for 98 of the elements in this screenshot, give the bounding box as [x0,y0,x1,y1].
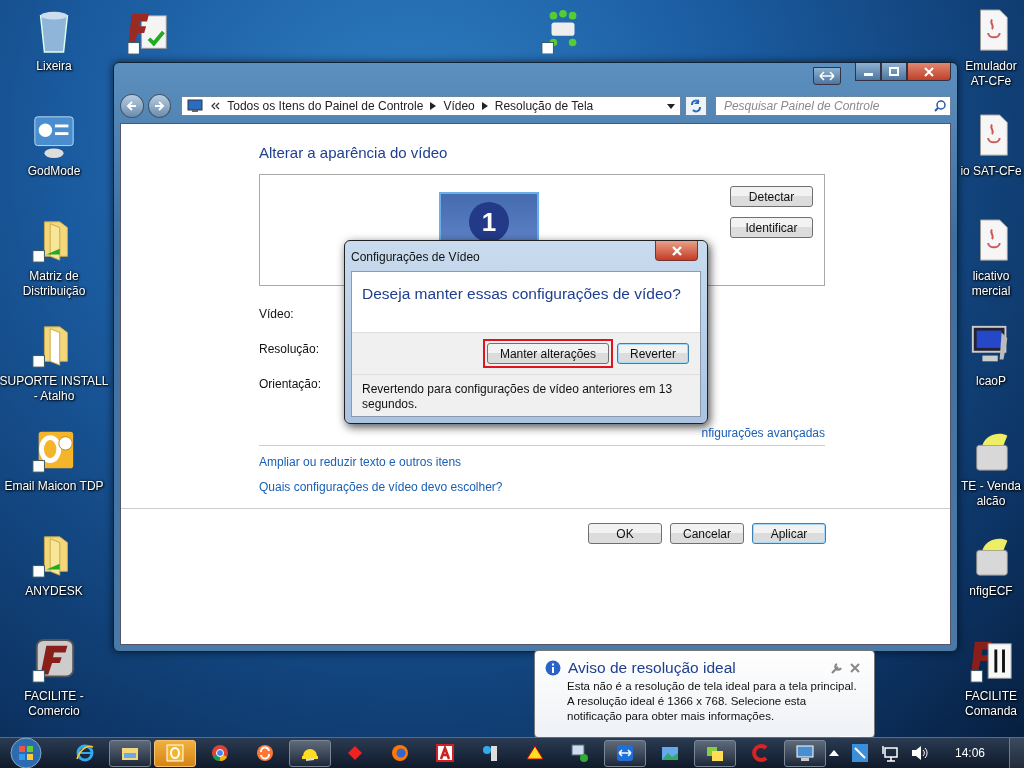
dialog-button[interactable]: Aplicar [752,523,826,544]
maximize-icon [889,66,899,77]
network-computer-icon [570,743,590,763]
sync-icon [255,743,275,763]
forward-button[interactable] [147,94,172,118]
taskbar-button[interactable] [109,739,151,767]
warning-app-icon [525,743,545,763]
show-desktop-button[interactable] [1009,738,1024,768]
chevron-right-icon [430,102,437,110]
icon-label: FACILITE [965,689,1017,704]
back-button[interactable] [120,94,144,118]
browser-e-icon [75,743,95,763]
icon-label: SUPORTE INSTALL [0,374,109,389]
countdown-message: Revertendo para configurações de vídeo anteriores em 13 segundos. [362,382,673,411]
info-icon [545,660,561,676]
dialog-question: Deseja manter essas configurações de vídeo? [362,285,681,302]
letter-a-icon [435,743,455,763]
close-button[interactable] [907,63,951,81]
breadcrumb-item[interactable]: Vídeo [443,99,475,113]
remote-arrows-icon [615,743,635,763]
icon-label: Distribuição [22,284,86,299]
icon-label: FACILITE - [24,689,84,704]
close-icon [924,66,934,77]
taskbar-button[interactable] [289,739,331,767]
dropdown-arrow-icon[interactable] [667,103,676,109]
dialog-button[interactable]: Reverter [617,343,689,364]
taskbar-button[interactable] [784,739,826,767]
icon-label: GodMode [27,164,81,179]
icon-label: Email Maicon TDP [4,479,104,494]
mail-app-icon [165,743,185,763]
close-icon [670,245,683,256]
dialog-button[interactable]: OK [588,523,662,544]
minimize-icon [863,72,873,76]
display-tray-icon[interactable] [850,743,869,763]
dialog-button[interactable]: Cancelar [670,523,744,544]
taskbar-button[interactable] [154,739,196,767]
search-field[interactable]: Pesquisar Painel de Controle [714,96,951,116]
maximize-button[interactable] [881,63,907,81]
breadcrumb-item[interactable]: Resolução de Tela [494,99,594,113]
notification-title: Aviso de resolução ideal [568,659,736,677]
double-chevron-icon [210,102,221,110]
panel-button[interactable]: Detectar [730,186,813,207]
refresh-arrows-icon [689,99,704,113]
icon-label: - Atalho [33,389,75,404]
field-label: Vídeo: [259,307,294,322]
icon-label: ANYDESK [25,584,83,599]
notification-balloon[interactable]: Aviso de resolução ideal Esta não é a resolução de tela ideal para a tela principal. A resolução ideal é 1366 x 768. Selecione esta notificação para obter mais informações. [534,650,875,738]
control-panel-icon[interactable] [31,113,77,159]
icon-label: lcaoP [976,374,1006,389]
icon-label: Matriz de [29,269,79,284]
chrome-icon [210,743,230,763]
icon-label: AT-CFe [970,74,1012,89]
panel-button[interactable]: Identificar [730,217,813,238]
app-icon [480,743,500,763]
field-label: Orientação: [259,377,322,392]
notification-text: Esta não é a resolução de tela ideal para a tela principal. A resolução ideal é 1366 x 768. Selecione esta notificação para obter mais informações. [567,679,858,724]
taskbar-button[interactable] [694,739,736,767]
icon-label: TE - Venda [960,479,1021,494]
search-icon [934,100,946,112]
taskbar-button[interactable] [604,739,646,767]
field-label: Resolução: [259,342,320,357]
monitor-icon [187,99,204,113]
clock[interactable]: 14:06 [954,746,985,760]
cleaner-icon [750,743,770,763]
icon-label: Comanda [965,704,1017,719]
icon-label: Comercio [28,704,80,719]
firefox-icon [390,743,410,763]
icon-label: mercial [971,284,1011,299]
icon-label: io SAT-CFe [960,164,1022,179]
page-heading: Alterar a aparência do vídeo [259,144,449,162]
icon-label: Lixeira [36,59,72,74]
dialog-button[interactable]: Manter alterações [486,343,609,364]
close-button[interactable] [655,241,698,261]
wrench-icon[interactable] [831,662,843,674]
show-hidden-icons-arrow-icon[interactable] [828,750,839,756]
breadcrumb-item[interactable]: Todos os Itens do Painel de Controle [227,99,424,113]
network-icon[interactable] [880,744,899,762]
icon-label: alcão [976,494,1006,509]
icon-label: Emulador [965,59,1017,74]
display-icon [795,743,815,763]
letter-f-icon[interactable] [31,638,77,684]
refresh-button[interactable] [685,96,707,116]
icon-label: nfigECF [969,584,1013,599]
minimize-button[interactable] [855,63,881,81]
monitor-number: 1 [469,202,509,242]
icon-label: licativo [972,269,1010,284]
speaker-icon[interactable] [910,745,929,761]
resize-button[interactable] [813,67,841,85]
chevron-right-icon [481,102,488,110]
help-link[interactable]: Ampliar ou reduzir texto e outros itens [259,455,825,470]
double-arrow-icon [819,71,835,81]
forward-arrow-icon [153,100,166,112]
address-bar[interactable]: Todos os Itens do Painel de Controle Vídeo Resolução de Tela [181,96,682,116]
advanced-settings-link[interactable]: nfigurações avançadas [701,426,825,441]
close-icon[interactable] [850,663,860,673]
back-arrow-icon [125,100,138,112]
help-link[interactable]: Quais configurações de vídeo devo escolher? [259,480,825,495]
start-orb-icon[interactable] [8,737,44,768]
